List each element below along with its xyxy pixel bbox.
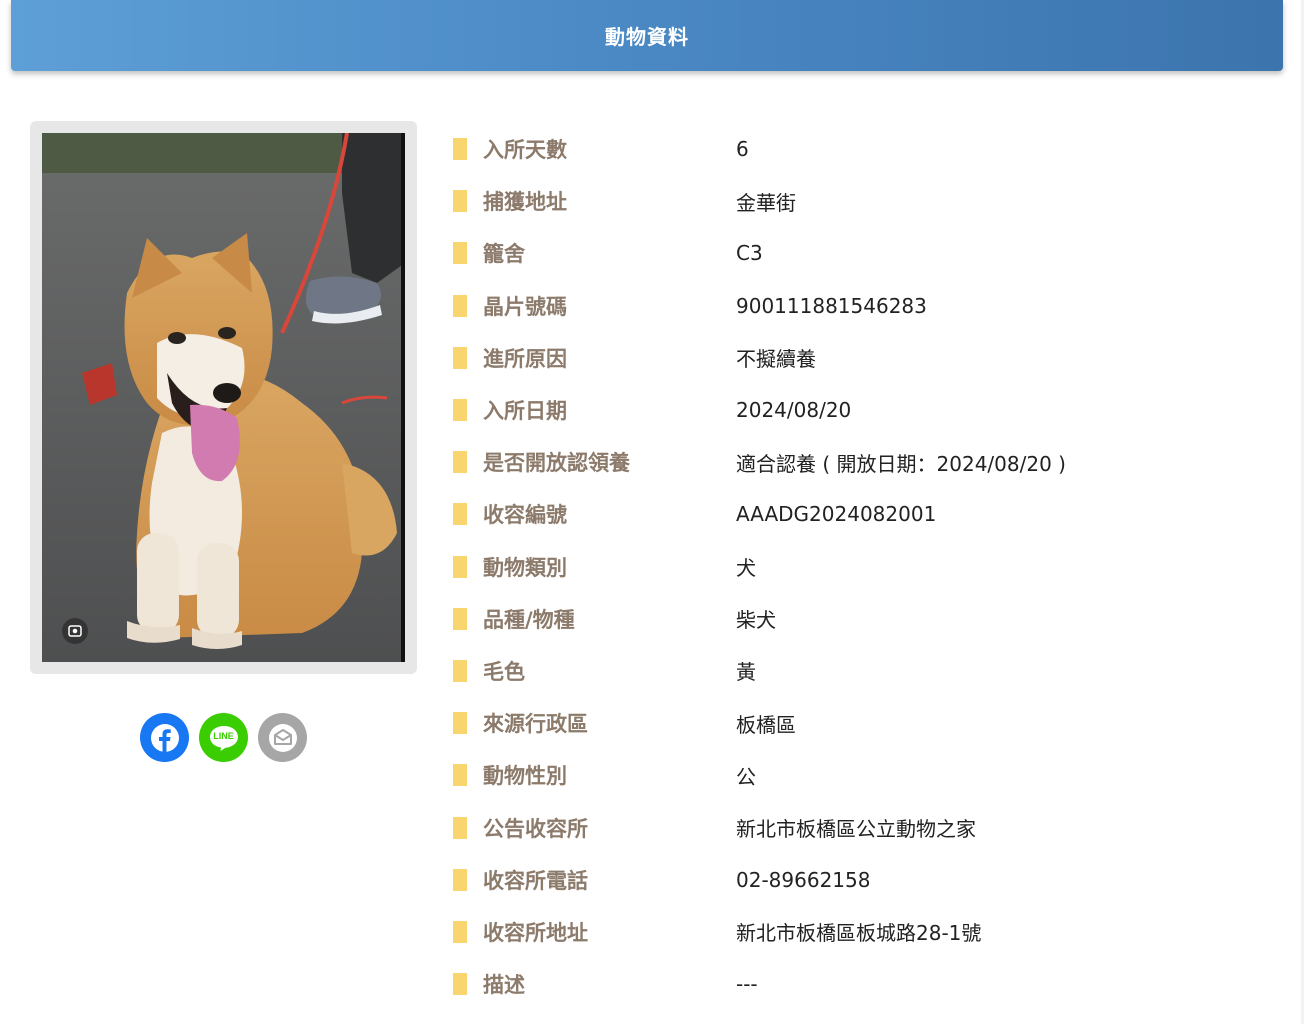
bullet-marker <box>453 555 467 578</box>
line-share-button[interactable]: LINE <box>199 713 248 762</box>
detail-value: --- <box>736 972 758 997</box>
bullet-marker <box>453 920 467 943</box>
detail-label: 動物類別 <box>483 555 567 580</box>
animal-photo[interactable] <box>42 133 405 662</box>
detail-value: 金華街 <box>736 190 796 215</box>
detail-row-shelter-id: 收容編號 AAADG2024082001 <box>453 488 1273 540</box>
bullet-marker <box>453 451 467 474</box>
detail-label: 是否開放認領養 <box>483 451 630 476</box>
detail-row-source-district: 來源行政區 板橋區 <box>453 697 1273 749</box>
detail-row-color: 毛色 黃 <box>453 645 1273 697</box>
mail-icon <box>268 723 297 752</box>
bullet-marker <box>453 503 467 526</box>
detail-value: 黃 <box>736 660 756 685</box>
detail-label: 收容所地址 <box>483 920 588 945</box>
detail-label: 入所日期 <box>483 399 567 424</box>
detail-label: 收容所電話 <box>483 868 588 893</box>
detail-label: 籠舍 <box>483 242 525 267</box>
share-buttons: LINE <box>140 713 307 762</box>
bullet-marker <box>453 138 467 161</box>
detail-value: 02-89662158 <box>736 867 871 892</box>
detail-row-kennel: 籠舍 C3 <box>453 227 1273 279</box>
line-label: LINE <box>213 730 234 741</box>
detail-value: 犬 <box>736 556 756 581</box>
bullet-marker <box>453 712 467 735</box>
bullet-marker <box>453 346 467 369</box>
detail-value: AAADG2024082001 <box>736 502 937 527</box>
detail-value: 不擬續養 <box>736 347 816 372</box>
detail-row-adoption-status: 是否開放認領養 適合認養 ( 開放日期：2024/08/20 ) <box>453 436 1273 488</box>
page-header: 動物資料 <box>11 0 1283 71</box>
page-title: 動物資料 <box>605 25 689 49</box>
detail-row-shelter-address: 收容所地址 新北市板橋區板城路28-1號 <box>453 906 1273 958</box>
detail-label: 進所原因 <box>483 346 567 371</box>
detail-label: 毛色 <box>483 659 525 684</box>
bullet-marker <box>453 659 467 682</box>
detail-value: 900111881546283 <box>736 293 927 318</box>
detail-row-capture-address: 捕獲地址 金華街 <box>453 175 1273 227</box>
detail-value: 公 <box>736 764 756 789</box>
bullet-marker <box>453 868 467 891</box>
bullet-marker <box>453 294 467 317</box>
detail-row-description: 描述 --- <box>453 958 1273 1010</box>
detail-row-intake-reason: 進所原因 不擬續養 <box>453 332 1273 384</box>
detail-label: 來源行政區 <box>483 712 588 737</box>
bullet-marker <box>453 973 467 996</box>
animal-details: 入所天數 6 捕獲地址 金華街 籠舍 C3 晶片號碼 9001118815462… <box>453 123 1273 1010</box>
detail-row-days: 入所天數 6 <box>453 123 1273 175</box>
detail-row-chip-number: 晶片號碼 900111881546283 <box>453 280 1273 332</box>
detail-row-shelter-phone: 收容所電話 02-89662158 <box>453 854 1273 906</box>
detail-label: 捕獲地址 <box>483 190 567 215</box>
detail-row-animal-type: 動物類別 犬 <box>453 541 1273 593</box>
shiba-dog-illustration <box>42 133 405 662</box>
detail-row-intake-date: 入所日期 2024/08/20 <box>453 384 1273 436</box>
detail-row-breed: 品種/物種 柴犬 <box>453 593 1273 645</box>
facebook-share-button[interactable] <box>140 713 189 762</box>
detail-value: C3 <box>736 241 763 266</box>
detail-value: 2024/08/20 <box>736 398 852 423</box>
mail-share-button[interactable] <box>258 713 307 762</box>
bullet-marker <box>453 190 467 213</box>
facebook-icon <box>150 723 179 752</box>
bullet-marker <box>453 399 467 422</box>
detail-label: 動物性別 <box>483 764 567 789</box>
detail-label: 晶片號碼 <box>483 294 567 319</box>
bullet-marker <box>453 764 467 787</box>
detail-value: 新北市板橋區板城路28-1號 <box>736 921 982 946</box>
detail-value: 適合認養 ( 開放日期：2024/08/20 ) <box>736 451 1066 476</box>
detail-row-sex: 動物性別 公 <box>453 749 1273 801</box>
detail-label: 品種/物種 <box>483 607 575 632</box>
bullet-marker <box>453 607 467 630</box>
bullet-marker <box>453 242 467 265</box>
detail-label: 入所天數 <box>483 138 567 163</box>
detail-value: 柴犬 <box>736 608 776 633</box>
detail-label: 收容編號 <box>483 503 567 528</box>
detail-value: 6 <box>736 137 749 162</box>
photo-frame <box>30 121 417 674</box>
bullet-marker <box>453 816 467 839</box>
detail-value: 板橋區 <box>736 712 796 737</box>
detail-label: 描述 <box>483 973 525 998</box>
detail-value: 新北市板橋區公立動物之家 <box>736 817 976 842</box>
detail-label: 公告收容所 <box>483 816 588 841</box>
image-search-icon[interactable] <box>62 618 88 644</box>
detail-row-shelter: 公告收容所 新北市板橋區公立動物之家 <box>453 801 1273 853</box>
